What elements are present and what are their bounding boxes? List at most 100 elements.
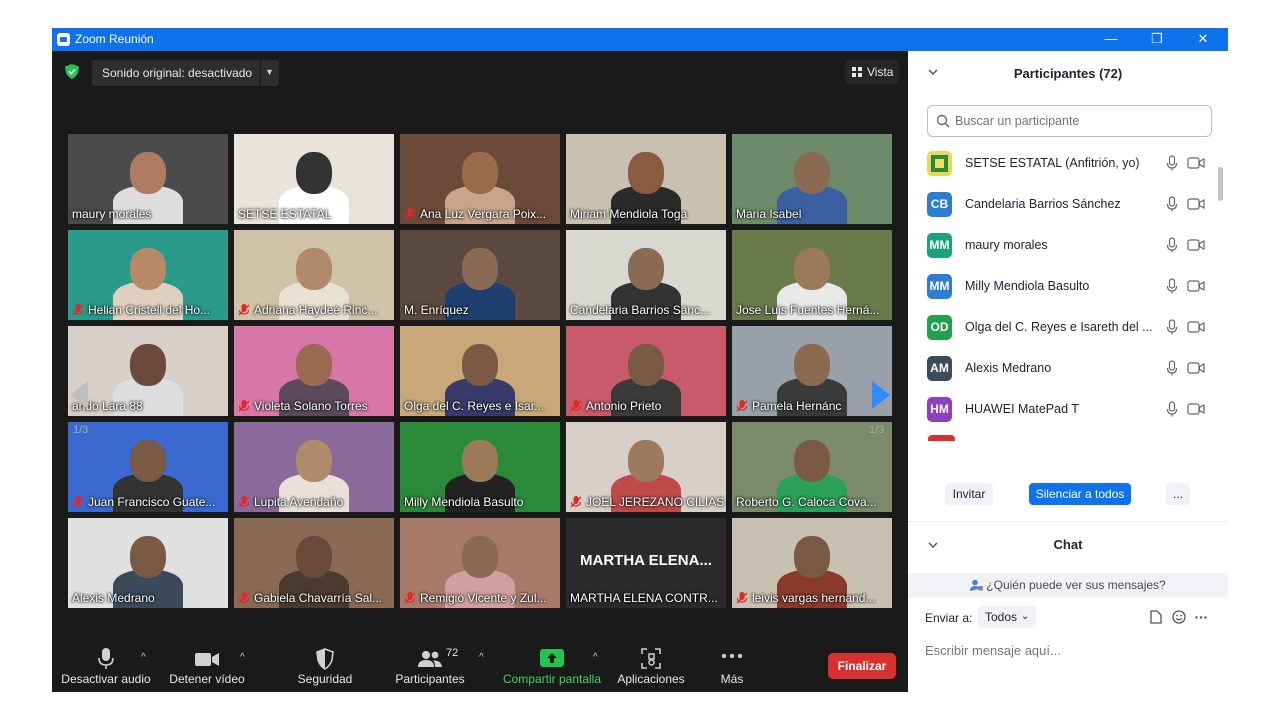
chat-title: Chat <box>1053 537 1083 552</box>
muted-mic-icon <box>570 496 582 508</box>
participant-name: SETSE ESTATAL (Anfitrión, yo) <box>965 156 1140 170</box>
next-page-arrow-icon[interactable] <box>872 381 890 409</box>
microphone-icon[interactable] <box>1166 237 1178 253</box>
microphone-icon[interactable] <box>1166 196 1178 212</box>
participant-row[interactable]: MM maury morales <box>908 225 1216 266</box>
video-tile[interactable]: Remigio Vicente y Zul... <box>400 518 560 608</box>
search-input[interactable] <box>955 112 1205 130</box>
microphone-icon[interactable] <box>1166 278 1178 294</box>
send-to-label: Enviar a: <box>925 611 973 625</box>
video-tile[interactable]: Lupita Avendaño <box>234 422 394 512</box>
video-tile[interactable]: Ana Luz Vergara Poix... <box>400 134 560 224</box>
video-tile[interactable]: Antonio Prieto <box>566 326 726 416</box>
video-tile[interactable]: Olga del C. Reyes e Isar... <box>400 326 560 416</box>
participants-icon <box>418 651 442 667</box>
video-tile[interactable]: Jose Luis Fuentes Herná... <box>732 230 892 320</box>
avatar: OD <box>927 315 952 340</box>
video-camera-icon[interactable] <box>1187 197 1205 211</box>
video-tile[interactable]: Alexis Medrano <box>68 518 228 608</box>
video-tile[interactable]: MARTHA ELENA... MARTHA ELENA CONTR... <box>566 518 726 608</box>
participant-name-label: M. Enríquez <box>404 303 469 317</box>
participant-name-label: Alexis Medrano <box>72 591 155 605</box>
muted-mic-icon <box>570 400 582 412</box>
microphone-icon[interactable] <box>1166 401 1178 417</box>
muted-mic-icon <box>736 400 748 412</box>
muted-mic-icon <box>404 208 416 220</box>
video-camera-icon[interactable] <box>1187 320 1205 334</box>
video-camera-icon[interactable] <box>1187 238 1205 252</box>
video-tile[interactable]: Candelaria Barrios Sánc... <box>566 230 726 320</box>
video-tile[interactable]: Miriam Mendiola Toga <box>566 134 726 224</box>
chat-message-input[interactable] <box>925 640 1215 660</box>
share-options-chevron-icon[interactable]: ^ <box>593 652 598 663</box>
participant-name-label: Lupita Avendaño <box>234 492 394 512</box>
participant-row[interactable]: SETSE ESTATAL (Anfitrión, yo) <box>908 143 1216 184</box>
apps-label: Aplicaciones <box>617 672 685 686</box>
video-tile[interactable]: Maria Isabel <box>732 134 892 224</box>
video-camera-icon[interactable] <box>1187 361 1205 375</box>
more-options-button[interactable]: ... <box>1166 483 1190 505</box>
mute-audio-button[interactable]: Desactivar audio <box>58 640 154 692</box>
microphone-icon[interactable] <box>1166 155 1178 171</box>
video-tile[interactable]: M. Enríquez <box>400 230 560 320</box>
video-tile[interactable]: maury morales <box>68 134 228 224</box>
end-meeting-button[interactable]: Finalizar <box>828 653 896 679</box>
more-button[interactable]: Más <box>712 640 752 692</box>
chevron-down-icon[interactable]: ▼ <box>265 67 274 77</box>
video-camera-icon[interactable] <box>1187 156 1205 170</box>
stop-video-button[interactable]: Detener vídeo <box>166 640 248 692</box>
video-tile[interactable]: Adriana Haydeé Rinc... <box>234 230 394 320</box>
view-button[interactable]: Vista <box>845 60 899 84</box>
minimize-button[interactable]: — <box>1088 28 1134 51</box>
chevron-down-icon: ⌄ <box>1021 611 1030 622</box>
more-dots-icon[interactable] <box>1195 616 1207 619</box>
mute-all-button[interactable]: Silenciar a todos <box>1029 483 1131 505</box>
participant-name-label: Gabiela Chavarría Sal... <box>234 588 394 608</box>
video-tile[interactable]: Helian Cristell del Ho... <box>68 230 228 320</box>
recipient-value: Todos <box>985 610 1018 624</box>
stop-video-label: Detener vídeo <box>169 672 245 686</box>
video-options-chevron-icon[interactable]: ^ <box>240 652 245 663</box>
previous-page-arrow-icon[interactable] <box>70 381 88 409</box>
recipient-dropdown[interactable]: Todos ⌄ <box>978 606 1036 628</box>
video-tile[interactable]: Juan Francisco Guate... <box>68 422 228 512</box>
participant-row[interactable]: MM Milly Mendiola Basulto <box>908 266 1216 307</box>
video-tile[interactable]: ando Lara 88 <box>68 326 228 416</box>
participant-row[interactable]: CB Candelaria Barrios Sánchez <box>908 184 1216 225</box>
microphone-icon[interactable] <box>1166 360 1178 376</box>
invite-button[interactable]: Invitar <box>945 483 993 505</box>
audio-options-chevron-icon[interactable]: ^ <box>141 652 146 663</box>
original-sound-dropdown[interactable]: Sonido original: desactivado ▼ <box>92 60 279 86</box>
video-tile[interactable]: SETSE ESTATAL <box>234 134 394 224</box>
close-button[interactable]: ✕ <box>1180 28 1226 51</box>
video-tile[interactable]: Milly Mendiola Basulto <box>400 422 560 512</box>
video-tile[interactable]: Pamela Hernánc <box>732 326 892 416</box>
participants-button[interactable]: 72 Participantes <box>390 640 470 692</box>
video-tile[interactable]: JOEL JEREZANO CILIAS <box>566 422 726 512</box>
video-camera-icon[interactable] <box>1187 402 1205 416</box>
share-screen-button[interactable]: Compartir pantalla <box>500 640 604 692</box>
participant-name-label: Juan Francisco Guate... <box>68 492 228 512</box>
video-tile[interactable]: Roberto G. Caloca Cova... <box>732 422 892 512</box>
muted-mic-icon <box>404 592 416 604</box>
video-camera-icon[interactable] <box>1187 279 1205 293</box>
participant-search[interactable] <box>927 105 1212 137</box>
participant-row[interactable]: AM Alexis Medrano <box>908 348 1216 389</box>
encryption-shield-icon[interactable] <box>65 64 79 79</box>
microphone-icon[interactable] <box>1166 319 1178 335</box>
muted-mic-icon <box>238 592 250 604</box>
who-can-see-messages[interactable]: ¿Quién puede ver sus mensajes? <box>908 573 1228 597</box>
participants-options-chevron-icon[interactable]: ^ <box>479 652 484 663</box>
restore-button[interactable]: ❐ <box>1134 28 1180 51</box>
participant-row[interactable]: HM HUAWEI MatePad T <box>908 389 1216 430</box>
file-icon[interactable] <box>1150 610 1162 624</box>
security-button[interactable]: Seguridad <box>290 640 360 692</box>
video-tile[interactable]: Violeta Solano Torres <box>234 326 394 416</box>
video-tile[interactable]: leivis vargas hernand... <box>732 518 892 608</box>
participants-scrollbar[interactable] <box>1218 167 1223 201</box>
apps-button[interactable]: Aplicaciones <box>612 640 690 692</box>
participant-row[interactable]: OD Olga del C. Reyes e Isareth del ... <box>908 307 1216 348</box>
participant-name-label: Violeta Solano Torres <box>234 396 394 416</box>
video-tile[interactable]: Gabiela Chavarría Sal... <box>234 518 394 608</box>
emoji-icon[interactable] <box>1172 610 1186 624</box>
